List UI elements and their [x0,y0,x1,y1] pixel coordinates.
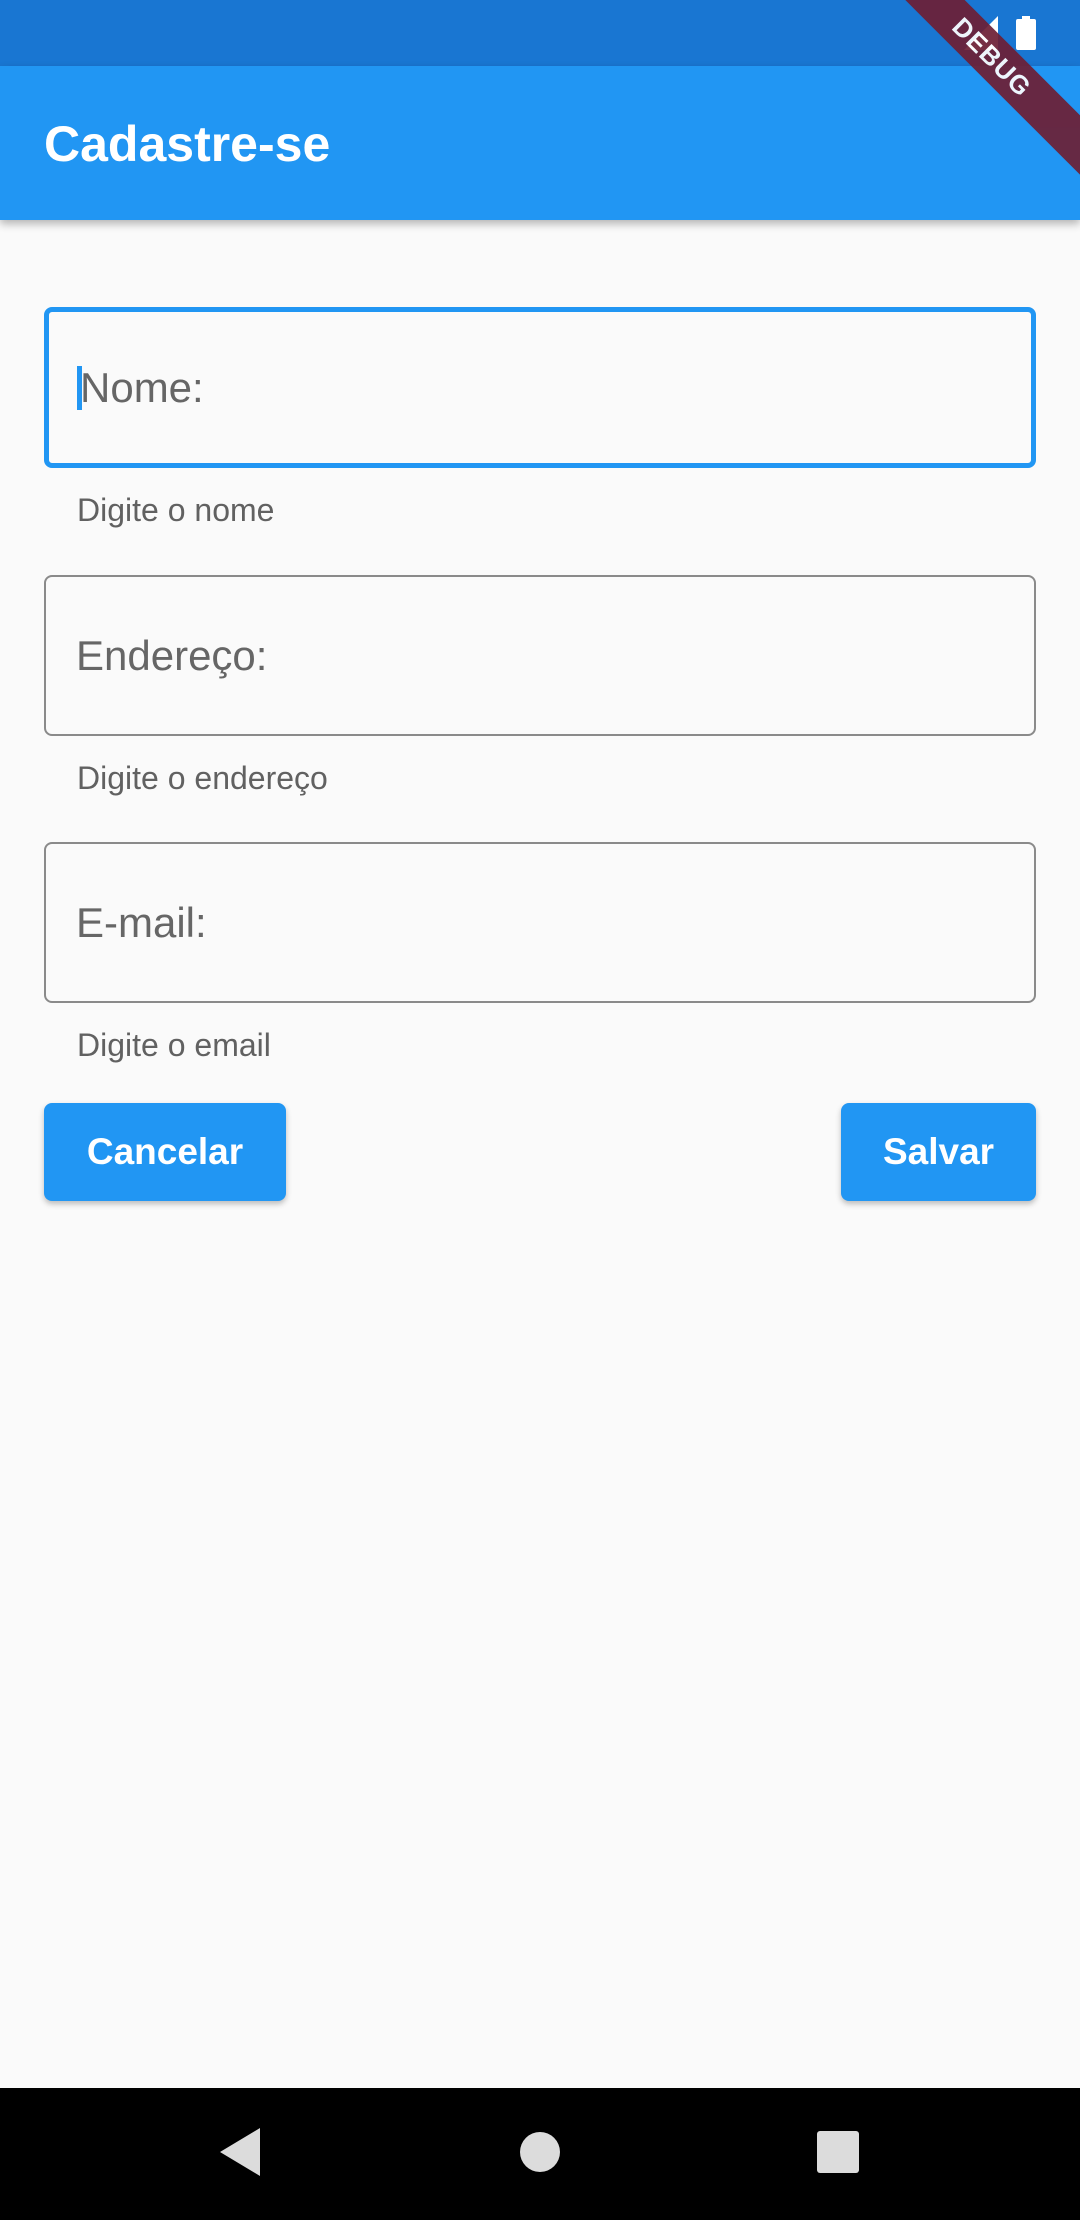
address-field[interactable]: Endereço: [44,575,1036,736]
address-input[interactable]: Endereço: [76,577,976,734]
name-field[interactable]: Nome: [44,307,1036,468]
home-button[interactable] [480,2088,600,2220]
back-button[interactable] [180,2088,300,2220]
address-field-group: Endereço: Digite o endereço [44,575,1036,796]
app-bar: Cadastre-se [0,66,1080,220]
recents-button[interactable] [778,2088,898,2220]
email-helper-text: Digite o email [77,1027,271,1063]
email-field-group: E-mail: Digite o email [44,842,1036,1063]
battery-icon [1016,16,1036,50]
home-icon [519,2131,561,2178]
address-field-label: Endereço: [76,631,268,679]
email-input[interactable]: E-mail: [76,844,976,1001]
email-field[interactable]: E-mail: [44,842,1036,1003]
save-button[interactable]: Salvar [841,1103,1036,1201]
cancel-button[interactable]: Cancelar [44,1103,286,1201]
recents-icon [817,2130,859,2178]
name-field-group: Nome: Digite o nome [44,307,1036,528]
navigation-bar [0,2088,1080,2220]
name-field-label: Nome: [80,363,204,411]
back-icon [220,2127,260,2181]
email-field-label: E-mail: [76,898,207,946]
name-helper-text: Digite o nome [77,492,275,528]
name-input[interactable]: Nome: [77,312,977,463]
address-helper-text: Digite o endereço [77,760,328,796]
page-title: Cadastre-se [44,116,331,172]
